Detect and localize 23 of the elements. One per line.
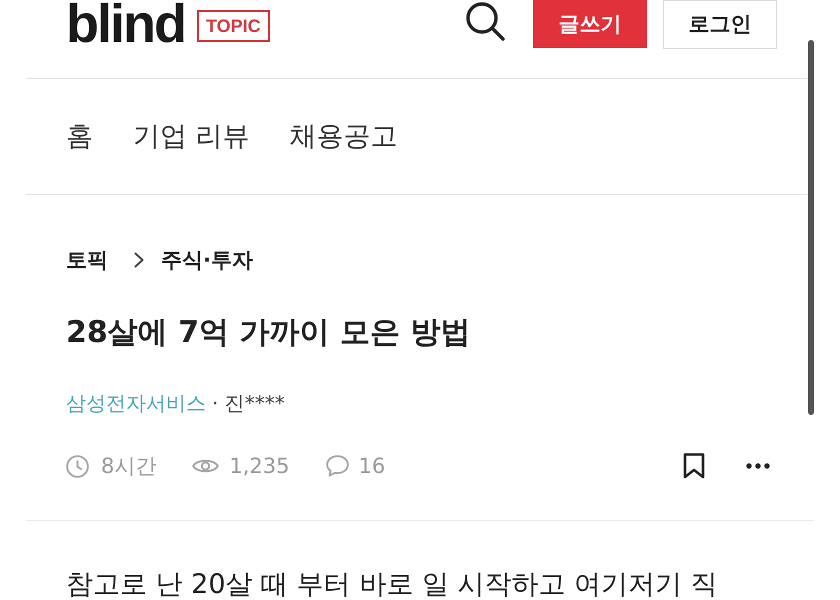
login-button[interactable]: 로그인 xyxy=(663,0,777,48)
site-logo[interactable]: blind xyxy=(66,0,185,48)
topic-badge: TOPIC xyxy=(196,10,270,42)
author-name: · 진**** xyxy=(212,390,285,417)
clock-icon xyxy=(66,454,89,478)
post-title: 28살에 7억 가까이 모은 방법 xyxy=(66,314,472,352)
more-icon[interactable] xyxy=(746,463,770,469)
bookmark-icon[interactable] xyxy=(683,453,705,479)
breadcrumb-link[interactable]: 토픽 xyxy=(66,245,108,275)
breadcrumb-link[interactable]: 주식·투자 xyxy=(161,245,253,275)
comment-count: 16 xyxy=(358,453,386,480)
post-body: 참고로 난 20살 때 부터 바로 일 시작하고 여기저기 직 xyxy=(65,568,719,600)
scrollbar[interactable] xyxy=(808,40,814,415)
search-icon[interactable] xyxy=(465,1,505,41)
speech-bubble-icon xyxy=(326,455,348,477)
chevron-right-icon xyxy=(134,252,144,268)
post-time: 8시간 xyxy=(101,453,156,480)
view-count: 1,235 xyxy=(229,453,290,480)
eye-icon xyxy=(192,457,220,475)
write-button[interactable]: 글쓰기 xyxy=(533,0,647,48)
nav-link[interactable]: 기업 리뷰 xyxy=(133,120,250,154)
nav-link[interactable]: 홈 xyxy=(66,120,93,154)
nav-link[interactable]: 채용공고 xyxy=(290,120,398,154)
